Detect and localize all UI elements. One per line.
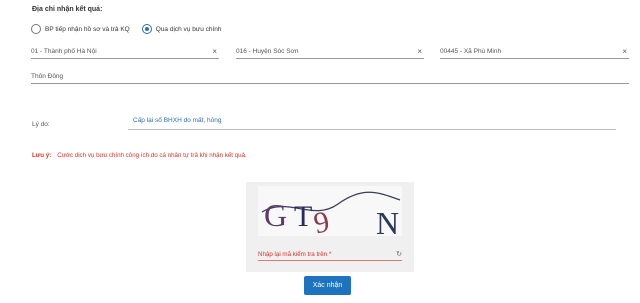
captcha-image: G T 9 N: [258, 186, 402, 241]
captcha-char-2: T: [294, 200, 312, 233]
ward-value: 00445 - Xã Phù Minh: [440, 48, 502, 55]
captcha-char-4: N: [376, 205, 399, 236]
reason-value: Cấp lại sổ BHXH do mất, hỏng: [133, 117, 222, 124]
delivery-method-group: BP tiếp nhận hồ sơ và trả KQ Qua dịch vụ…: [31, 22, 234, 36]
captcha-char-3: 9: [311, 205, 333, 236]
radio-unchecked-icon: [31, 24, 41, 34]
district-value: 016 - Huyện Sóc Sơn: [236, 48, 299, 55]
confirm-button[interactable]: Xác nhận: [304, 276, 351, 295]
note-label: Lưu ý:: [32, 152, 52, 159]
captcha-char-1: G: [264, 197, 287, 233]
note-text: Cước dịch vụ bưu chính công ích do cá nh…: [57, 152, 247, 159]
province-clear-icon[interactable]: ×: [212, 47, 219, 56]
note: Lưu ý: Cước dịch vụ bưu chính công ích d…: [32, 152, 247, 159]
ward-select[interactable]: 00445 - Xã Phù Minh ×: [440, 45, 629, 59]
ward-clear-icon[interactable]: ×: [622, 47, 629, 56]
refresh-icon[interactable]: ↻: [396, 250, 402, 258]
province-value: 01 - Thành phố Hà Nội: [31, 48, 97, 55]
radio-counter-pickup-label: BP tiếp nhận hồ sơ và trả KQ: [45, 25, 130, 33]
captcha-input[interactable]: Nhập lại mã kiểm tra trên * ↻: [258, 248, 402, 261]
district-clear-icon[interactable]: ×: [417, 47, 424, 56]
street-address-field[interactable]: Thôn Đông: [31, 70, 629, 84]
captcha-placeholder: Nhập lại mã kiểm tra trên *: [258, 250, 332, 258]
district-select[interactable]: 016 - Huyện Sóc Sơn ×: [236, 45, 424, 59]
radio-counter-pickup[interactable]: BP tiếp nhận hồ sơ và trả KQ: [31, 24, 130, 34]
result-address-title: Địa chỉ nhận kết quả:: [32, 6, 103, 13]
radio-postal-service-label: Qua dịch vụ bưu chính: [155, 25, 222, 33]
province-select[interactable]: 01 - Thành phố Hà Nội ×: [31, 45, 219, 59]
radio-checked-icon: [141, 24, 152, 34]
captcha-graphic: G T 9 N: [261, 191, 401, 241]
radio-postal-service[interactable]: Qua dịch vụ bưu chính: [141, 24, 222, 34]
street-address-value: Thôn Đông: [31, 73, 64, 80]
reason-label: Lý do:: [32, 121, 50, 128]
